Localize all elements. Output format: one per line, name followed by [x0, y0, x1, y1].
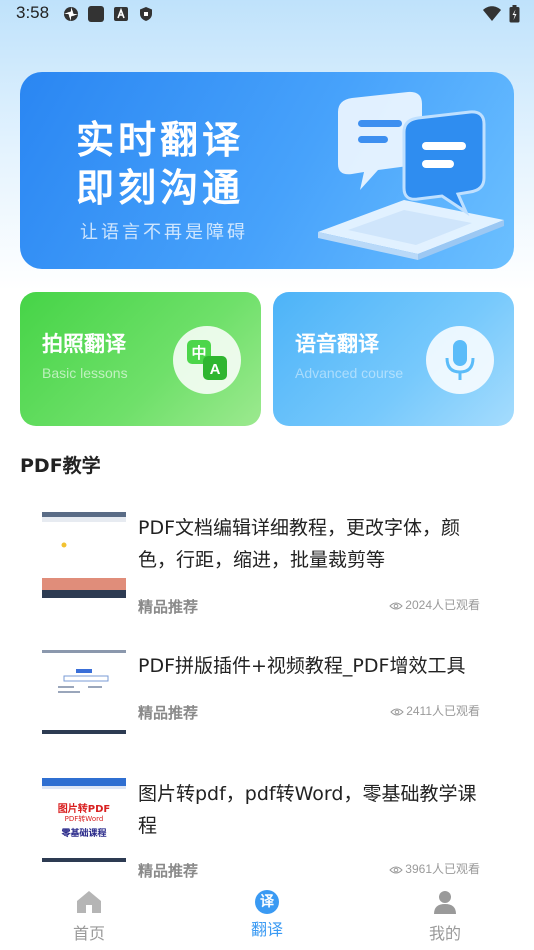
translate-badge-char: 译 [260, 894, 274, 910]
app-square-icon [88, 6, 104, 22]
home-icon [77, 891, 101, 913]
tab-home[interactable]: 首页 [39, 890, 139, 944]
eye-icon [389, 866, 404, 874]
item-thumbnail: 图片转PDF PDF转Word 零基础课程 [42, 778, 126, 862]
thumb-text-line3: 零基础课程 [61, 829, 107, 839]
tab-translate-label: 翻译 [250, 920, 283, 939]
banner-subtitle: 让语言不再是障碍 [80, 222, 248, 243]
photo-translate-title: 拍照翻译 [42, 332, 126, 356]
status-bar: 3:58 [0, 0, 534, 30]
item-title: PDF文档编辑详细教程，更改字体，颜色，行距，缩进，批量裁剪等 [138, 517, 461, 571]
chat-laptop-illustration [318, 91, 504, 260]
bottom-tab-bar: 首页 译 翻译 我的 [0, 886, 534, 950]
microphone-icon [426, 326, 494, 394]
voice-translate-card[interactable]: 语音翻译 Advanced course [273, 292, 514, 426]
photo-translate-card[interactable]: 拍照翻译 Basic lessons 中 A [20, 292, 261, 426]
shield-icon [140, 7, 152, 21]
item-views-text: 2411人已观看 [406, 704, 480, 718]
item-tag: 精品推荐 [138, 598, 199, 616]
item-tag: 精品推荐 [138, 862, 199, 880]
eye-icon [390, 708, 404, 716]
item-views-text: 3961人已观看 [405, 862, 480, 876]
list-item[interactable]: 图片转PDF PDF转Word 零基础课程 图片转pdf，pdf转Word，零基… [0, 770, 534, 880]
translate-icon: 中 A [173, 326, 241, 394]
item-thumbnail [42, 650, 126, 734]
thumb-text-line1: 图片转PDF [57, 804, 111, 815]
thumb-text-line2: PDF转Word [64, 815, 104, 823]
tab-translate[interactable]: 译 翻译 [217, 890, 317, 940]
banner-title-line1: 实时翻译 [76, 118, 245, 162]
tab-profile-label: 我的 [428, 924, 461, 943]
photo-translate-subtitle: Basic lessons [42, 365, 128, 381]
item-title: 图片转pdf，pdf转Word，零基础教学课程 [138, 783, 477, 837]
status-right [482, 5, 520, 24]
profile-icon [434, 891, 456, 914]
banner-title-line2: 即刻沟通 [76, 166, 245, 210]
list-item[interactable]: PDF文档编辑详细教程，更改字体，颜色，行距，缩进，批量裁剪等 精品推荐 202… [0, 498, 534, 618]
wifi-icon [482, 6, 501, 21]
item-views: 2024人已观看 [389, 596, 480, 613]
list-item[interactable]: PDF拼版插件+视频教程_PDF增效工具 精品推荐 2411人已观看 [0, 640, 534, 740]
tab-profile[interactable]: 我的 [395, 890, 495, 944]
pinwheel-icon [64, 7, 78, 21]
item-thumbnail [42, 512, 126, 598]
item-tag: 精品推荐 [138, 704, 199, 722]
voice-translate-subtitle: Advanced course [295, 365, 404, 381]
banner-title: 实时翻译 即刻沟通 [76, 116, 244, 212]
section-title: PDF教学 [20, 455, 101, 477]
svg-text:A: A [210, 361, 221, 378]
item-title: PDF拼版插件+视频教程_PDF增效工具 [138, 655, 466, 677]
status-time: 3:58 [16, 3, 50, 22]
voice-translate-title: 语音翻译 [295, 332, 379, 356]
item-views-text: 2024人已观看 [405, 598, 480, 612]
item-views: 2411人已观看 [390, 702, 480, 719]
battery-icon [509, 5, 520, 23]
font-a-icon [114, 7, 128, 21]
promo-banner[interactable]: 实时翻译 即刻沟通 让语言不再是障碍 [20, 72, 514, 269]
item-views: 3961人已观看 [389, 860, 480, 877]
translate-badge-icon: 译 [255, 890, 279, 914]
eye-icon [389, 602, 404, 610]
tab-home-label: 首页 [72, 924, 105, 943]
